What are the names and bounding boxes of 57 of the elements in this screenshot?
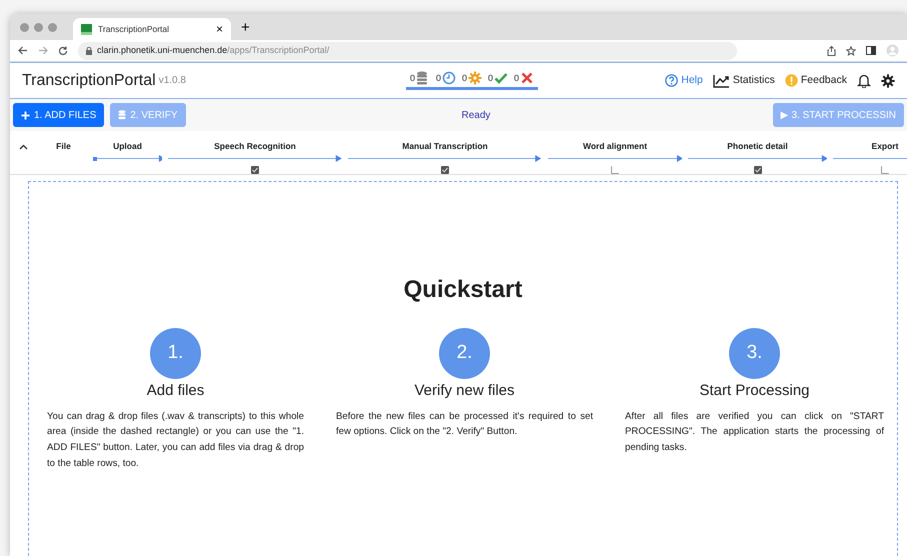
app-title: TranscriptionPortal	[22, 70, 156, 90]
version-label: v1.0.8	[158, 74, 186, 88]
counter-value: 0	[462, 72, 467, 84]
stage-checkbox[interactable]	[251, 166, 259, 174]
database-icon	[118, 110, 126, 120]
step-number-badge: 1.	[150, 328, 201, 379]
new-tab-button[interactable]: +	[231, 20, 260, 34]
exclamation-icon	[784, 74, 798, 87]
tab-close-button[interactable]: ×	[216, 23, 223, 35]
bell-icon[interactable]	[857, 73, 871, 88]
url-text: clarin.phonetik.uni-muenchen.de/apps/TranscriptionPortal/	[97, 44, 330, 57]
flow-arrow	[93, 154, 162, 162]
column-header: Phonetic detail	[727, 140, 788, 153]
drop-zone[interactable]	[28, 181, 898, 556]
collapse-icon[interactable]	[19, 144, 28, 150]
quickstart-heading: Quickstart	[404, 275, 522, 305]
column-header: Export	[872, 140, 898, 153]
back-icon[interactable]	[18, 46, 28, 55]
star-icon[interactable]	[846, 46, 856, 56]
help-link[interactable]: Help	[665, 72, 703, 88]
step-description: After all files are verified you can click on "START PROCESSING". The application starts the processing of pending tasks.	[625, 410, 884, 456]
add-files-button[interactable]: 1. ADD FILES	[13, 103, 104, 127]
share-icon[interactable]	[827, 46, 836, 56]
column-header: File	[56, 140, 71, 153]
step-number-badge: 3.	[729, 328, 780, 379]
plus-icon	[21, 110, 30, 120]
counter-value: 0	[410, 72, 415, 84]
step-title: Verify new files	[414, 381, 515, 401]
feedback-link[interactable]: Feedback	[784, 72, 847, 88]
counter-value: 0	[514, 72, 520, 84]
statistics-link[interactable]: Statistics	[712, 72, 775, 88]
favicon-icon	[81, 24, 92, 34]
lock-icon	[86, 46, 92, 54]
step-title: Start Processing	[699, 381, 810, 401]
step-description: You can drag & drop files (.wav & transcripts) to this whole area (inside the dashed rectangle) or you can use the "1. ADD FILES" button. Later, you can add files via drag & drop to the table rows, too.	[47, 410, 304, 471]
status-text: Ready	[462, 108, 490, 122]
address-bar[interactable]: clarin.phonetik.uni-muenchen.de/apps/TranscriptionPortal/	[78, 42, 737, 60]
column-header: Speech Recognition	[214, 140, 296, 153]
column-header: Upload	[113, 140, 142, 153]
counter-value: 0	[436, 72, 441, 84]
browser-tab[interactable]: TranscriptionPortal ×	[73, 18, 231, 40]
reload-icon[interactable]	[58, 46, 68, 56]
step-title: Add files	[146, 381, 204, 401]
line-chart-icon	[712, 74, 730, 88]
column-header: Manual Transcription	[402, 140, 488, 153]
tab-title: TranscriptionPortal	[98, 22, 170, 36]
sidebar-icon[interactable]	[866, 46, 876, 55]
step-description: Before the new files can be processed it's required to set few options. Click on the "2. Verify" Button.	[336, 410, 593, 440]
counter-value: 0	[488, 72, 493, 84]
stage-checkbox[interactable]	[611, 166, 619, 174]
stage-checkbox[interactable]	[881, 166, 889, 174]
settings-icon[interactable]	[881, 74, 895, 88]
stage-checkbox[interactable]	[441, 166, 449, 174]
step-number-badge: 2.	[439, 328, 490, 379]
stage-checkbox[interactable]	[754, 166, 762, 174]
column-header: Word alignment	[582, 140, 648, 153]
help-icon	[665, 74, 678, 87]
